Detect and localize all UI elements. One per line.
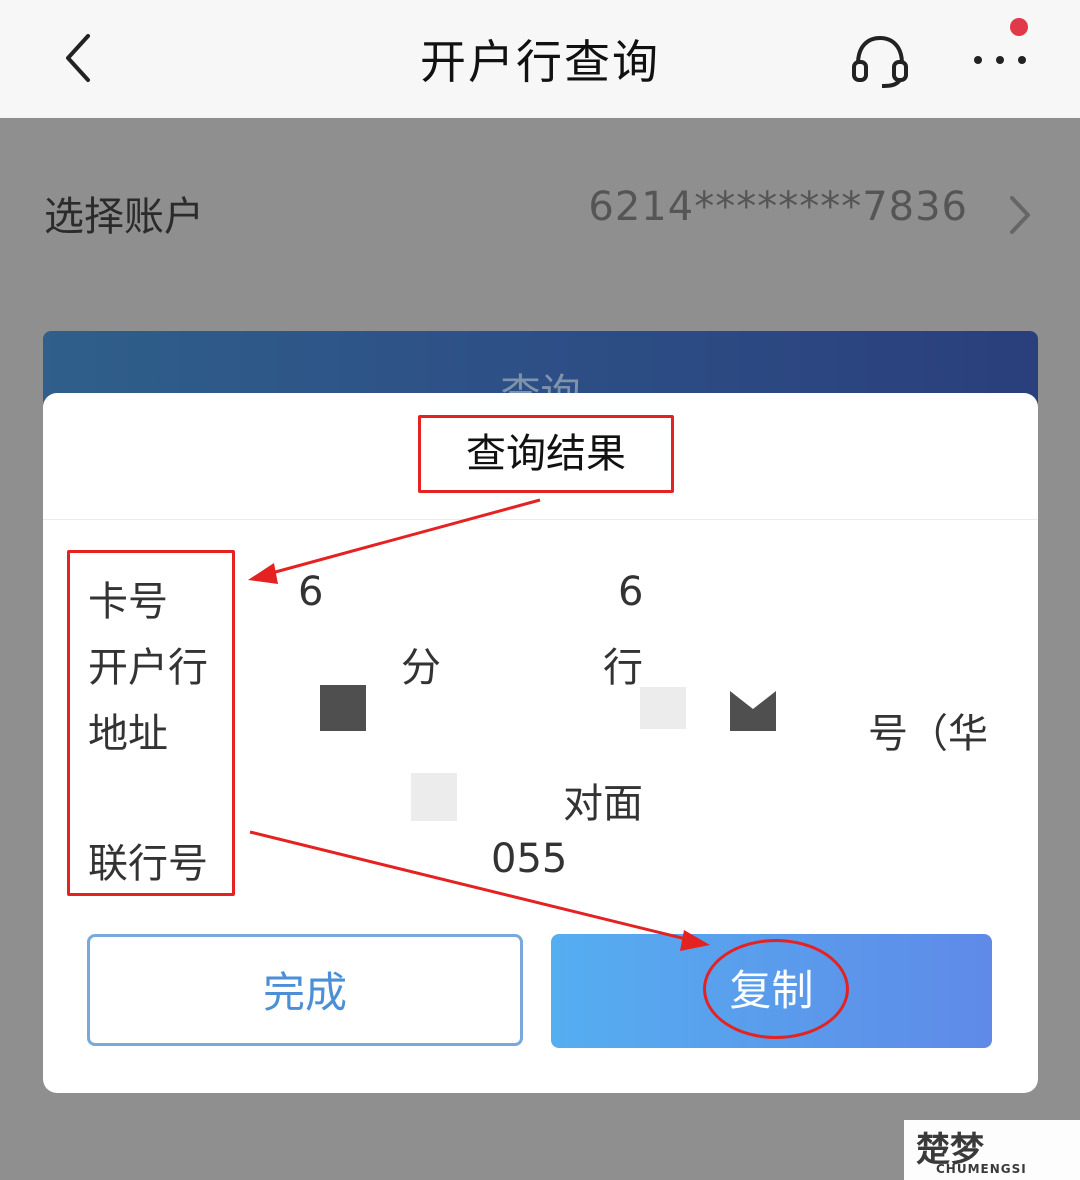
- bank-name-value-tail: 行: [603, 645, 643, 691]
- field-label-routing: 联行号: [88, 841, 208, 887]
- account-selector-row[interactable]: 选择账户 6214********7836: [0, 118, 1080, 302]
- chevron-right-icon: [1010, 196, 1030, 234]
- top-nav-bar: 开户行查询: [0, 0, 1080, 118]
- dialog-header: 查询结果: [43, 393, 1038, 520]
- redaction-mask: [411, 773, 457, 821]
- account-number: 6214********7836: [588, 184, 968, 230]
- redaction-mask: [320, 685, 366, 731]
- redaction-mask-shape: [730, 691, 776, 731]
- field-label-card: 卡号: [88, 579, 168, 625]
- card-number-value-tail: 6: [618, 569, 644, 615]
- watermark-sub-text: CHUMENGSI: [936, 1162, 1027, 1176]
- bank-name-value-head: 分: [401, 645, 441, 691]
- done-button[interactable]: 完成: [87, 934, 523, 1046]
- routing-number-value: 055: [491, 836, 568, 882]
- field-label-address: 地址: [88, 711, 168, 757]
- notification-dot: [1010, 18, 1028, 36]
- copy-highlight-circle: [703, 939, 849, 1039]
- watermark-logo: 楚梦 CHUMENGSI: [904, 1120, 1080, 1180]
- headset-icon[interactable]: [850, 34, 910, 88]
- page-title: 开户行查询: [420, 35, 660, 89]
- more-dots-icon[interactable]: [968, 40, 1032, 80]
- address-value-line1: 号（华: [868, 711, 988, 757]
- card-number-value-head: 6: [298, 569, 324, 615]
- result-dialog: 查询结果 卡号 开户行 地址 联行号 6 6 分 行 号（华 对面 055 完成…: [43, 393, 1038, 1093]
- account-label: 选择账户: [44, 194, 204, 240]
- field-label-bank: 开户行: [88, 645, 208, 691]
- address-value-line2: 对面: [563, 781, 643, 827]
- dialog-title: 查询结果: [418, 415, 674, 493]
- redaction-mask: [640, 687, 686, 729]
